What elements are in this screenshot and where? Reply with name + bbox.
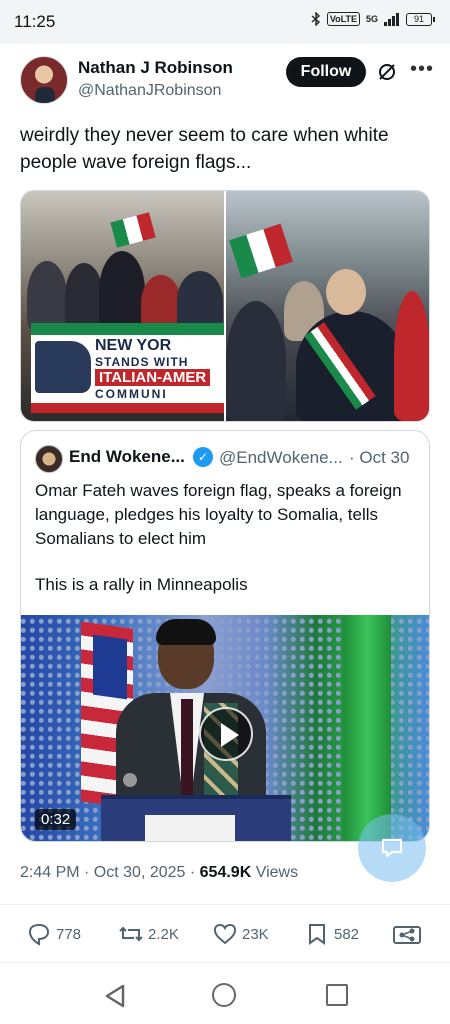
tweet-meta: 2:44 PM · Oct 30, 2025 · 654.9K Views bbox=[20, 864, 299, 881]
divider-top bbox=[0, 904, 450, 905]
quoted-author-name[interactable]: End Wokene... bbox=[69, 447, 185, 467]
share-icon bbox=[393, 926, 421, 944]
nav-back-icon[interactable] bbox=[104, 984, 126, 1008]
quoted-author-handle[interactable]: @EndWokene... bbox=[219, 448, 343, 468]
repost-icon bbox=[119, 926, 143, 942]
parade-banner: NEW YOR STANDS WITH ITALIAN-AMER COMMUNI bbox=[31, 323, 224, 413]
parade-banner-photo[interactable]: NEW YOR STANDS WITH ITALIAN-AMER COMMUNI bbox=[21, 191, 224, 421]
banner-line-2: STANDS WITH bbox=[95, 355, 189, 369]
author-avatar[interactable] bbox=[20, 56, 68, 104]
network-type: 5G bbox=[365, 14, 378, 24]
quoted-author-avatar[interactable] bbox=[35, 445, 63, 473]
author-handle[interactable]: @NathanJRobinson bbox=[78, 82, 221, 100]
author-name[interactable]: Nathan J Robinson bbox=[78, 58, 233, 78]
video-duration: 0:32 bbox=[35, 809, 77, 830]
share-button[interactable] bbox=[392, 922, 422, 946]
nav-recents-icon[interactable] bbox=[326, 984, 348, 1006]
nav-home-icon[interactable] bbox=[212, 983, 236, 1007]
microphone bbox=[123, 773, 137, 787]
like-icon bbox=[213, 923, 237, 945]
italian-flag-2 bbox=[229, 223, 293, 279]
status-icons: VoLTE 5G 91 bbox=[311, 12, 435, 26]
divider-bottom bbox=[0, 962, 450, 963]
action-bar: 778 2.2K 23K 582 bbox=[0, 908, 450, 960]
quoted-text: Omar Fateh waves foreign flag, speaks a … bbox=[35, 481, 402, 548]
banner-line-4: COMMUNI bbox=[95, 387, 168, 401]
tweet-photos: NEW YOR STANDS WITH ITALIAN-AMER COMMUNI bbox=[20, 190, 430, 422]
reply-icon bbox=[28, 923, 50, 946]
banner-line-3: ITALIAN-AMER bbox=[95, 369, 211, 386]
views-count: 654.9K bbox=[199, 864, 252, 881]
like-count: 23K bbox=[242, 925, 269, 943]
quoted-tweet[interactable]: End Wokene... ✓ @EndWokene... · Oct 30 O… bbox=[20, 430, 430, 842]
like-button[interactable]: 23K bbox=[212, 922, 269, 946]
grok-icon[interactable] bbox=[377, 62, 397, 82]
more-icon[interactable]: ••• bbox=[410, 58, 434, 81]
tweet-timestamp[interactable]: 2:44 PM · Oct 30, 2025 bbox=[20, 864, 185, 881]
quoted-video[interactable]: 0:32 bbox=[21, 615, 429, 841]
tweet-header: Nathan J Robinson @NathanJRobinson Follo… bbox=[0, 50, 450, 114]
bluetooth-icon bbox=[311, 12, 320, 26]
green-backdrop bbox=[343, 615, 391, 841]
reply-button[interactable]: 778 bbox=[26, 922, 81, 946]
views-label: Views bbox=[255, 864, 299, 881]
signal-icon bbox=[384, 12, 399, 26]
play-icon[interactable] bbox=[199, 707, 253, 761]
bookmark-count: 582 bbox=[334, 925, 360, 943]
compose-button[interactable] bbox=[358, 814, 426, 882]
quoted-text-2: This is a rally in Minneapolis bbox=[35, 575, 248, 594]
banner-line-1: NEW YOR bbox=[95, 337, 172, 354]
status-bar: 11:25 VoLTE 5G 91 bbox=[0, 0, 450, 44]
bookmark-icon bbox=[309, 924, 325, 945]
parade-sash-photo[interactable] bbox=[226, 191, 429, 421]
reply-count: 778 bbox=[56, 925, 82, 943]
follow-button[interactable]: Follow bbox=[286, 57, 366, 87]
system-navbar bbox=[0, 964, 450, 1024]
volte-indicator: VoLTE bbox=[326, 12, 360, 26]
bookmark-button[interactable]: 582 bbox=[304, 922, 359, 946]
podium bbox=[101, 795, 291, 841]
italian-flag bbox=[110, 212, 156, 248]
repost-button[interactable]: 2.2K bbox=[118, 922, 179, 946]
compose-icon bbox=[381, 838, 403, 858]
verified-badge-icon: ✓ bbox=[193, 447, 213, 467]
quoted-date: · Oct 30 bbox=[349, 448, 410, 467]
battery-icon: 91 bbox=[406, 12, 435, 26]
status-time: 11:25 bbox=[14, 12, 56, 31]
repost-count: 2.2K bbox=[148, 925, 179, 943]
tweet-text: weirdly they never seem to care when whi… bbox=[20, 125, 389, 173]
